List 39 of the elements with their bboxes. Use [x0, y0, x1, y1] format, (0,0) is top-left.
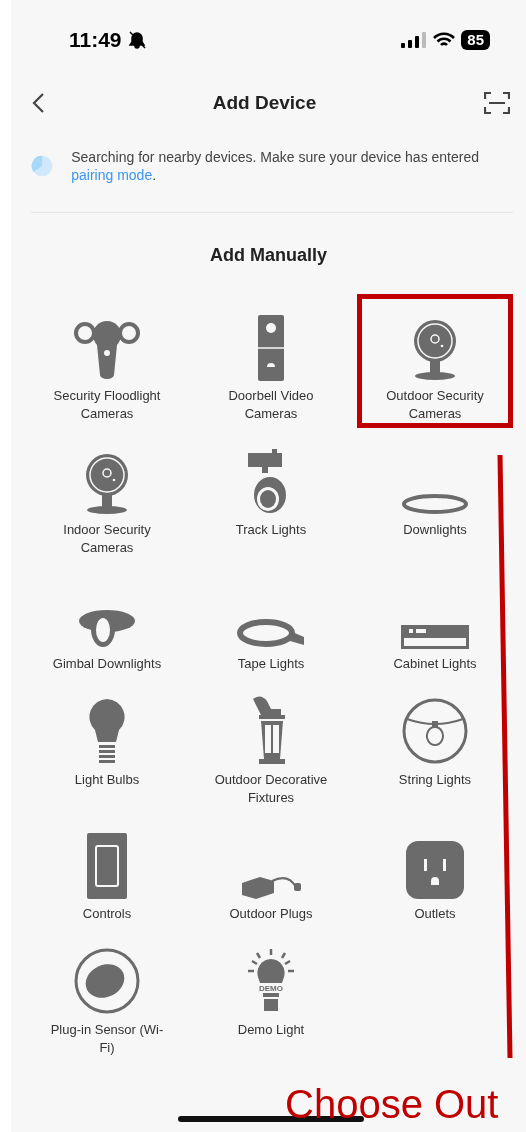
battery-level: 85 [461, 30, 490, 50]
device-category[interactable]: Outdoor Plugs [193, 812, 349, 928]
device-category[interactable]: String Lights [357, 678, 513, 794]
section-title: Add Manually [209, 245, 328, 266]
tape-light-icon [236, 617, 306, 649]
annotation-text: Choose Out [285, 1082, 499, 1127]
plug-in-sensor-icon [73, 947, 141, 1015]
device-category[interactable]: Track Lights [193, 428, 349, 544]
scan-button[interactable] [482, 89, 512, 117]
device-category[interactable]: Light Bulbs [29, 678, 185, 794]
device-category[interactable]: Downlights [357, 428, 513, 544]
device-category[interactable]: Tape Lights [193, 562, 349, 678]
outdoor-plug-icon [240, 875, 302, 899]
device-category[interactable]: Outdoor Decorative Fixtures [193, 678, 349, 812]
device-category[interactable]: Indoor Security Cameras [29, 428, 185, 562]
search-status-text: Searching for nearby devices. Make sure your device has entered pairing mode. [71, 148, 481, 184]
device-category[interactable]: Controls [29, 812, 185, 928]
page-title: Add Device [212, 92, 317, 114]
string-light-icon [401, 697, 469, 765]
status-time: 11:49 [69, 28, 122, 52]
signal-icon [401, 32, 428, 48]
downlight-icon [401, 493, 469, 515]
cabinet-light-icon [401, 625, 469, 649]
device-category[interactable]: Gimbal Downlights [29, 562, 185, 678]
wifi-icon [433, 32, 456, 48]
light-bulb-icon [87, 699, 127, 765]
device-category[interactable]: Cabinet Lights [357, 562, 513, 678]
doorbell-camera-icon [258, 315, 284, 381]
device-category[interactable]: DEMO Demo Light [193, 928, 349, 1044]
device-category[interactable]: Security Floodlight Cameras [29, 294, 185, 428]
device-category[interactable]: Outdoor Security Cameras [357, 294, 513, 428]
bell-muted-icon [127, 31, 146, 49]
floodlight-camera-icon [73, 319, 141, 381]
outlet-icon [406, 841, 464, 899]
device-category[interactable]: Doorbell Video Cameras [193, 294, 349, 428]
device-category[interactable]: Outlets [357, 812, 513, 928]
loading-spinner-icon [31, 153, 54, 179]
light-switch-icon [87, 833, 127, 899]
device-category[interactable]: Plug-in Sensor (Wi-Fi) [29, 928, 185, 1062]
